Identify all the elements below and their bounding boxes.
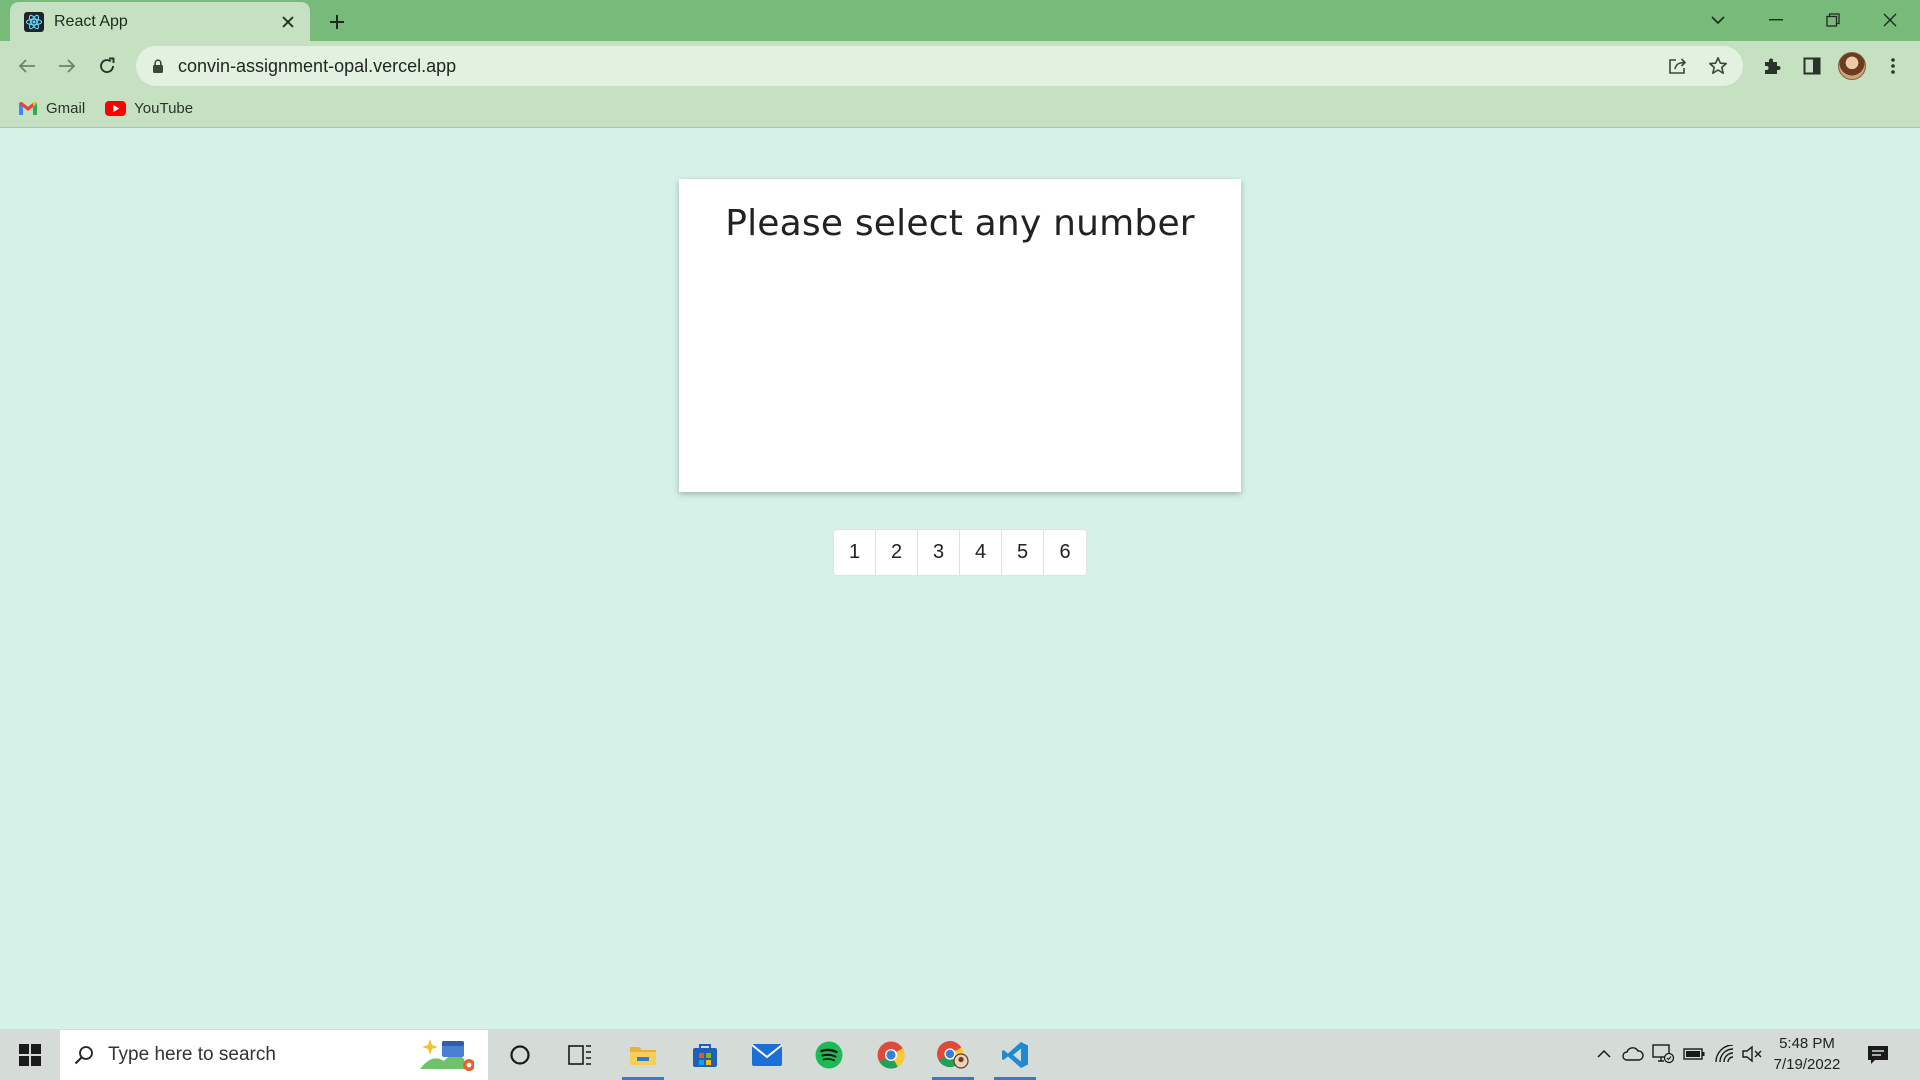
bookmark-label: YouTube xyxy=(134,100,194,117)
url-text[interactable]: convin-assignment-opal.vercel.app xyxy=(178,56,1663,77)
side-panel-icon[interactable] xyxy=(1797,51,1827,81)
restore-window-icon[interactable] xyxy=(1811,6,1855,34)
taskbar-clock[interactable]: 5:48 PM 7/19/2022 xyxy=(1762,1033,1852,1075)
show-hidden-icons-chevron-up-icon[interactable] xyxy=(1593,1043,1615,1065)
windows-taskbar: Type here to search 5:48 PM 7/19/2022 xyxy=(0,1029,1920,1080)
new-tab-plus-icon[interactable] xyxy=(324,9,350,35)
profile-avatar[interactable] xyxy=(1838,52,1866,80)
browser-tab-strip: React App xyxy=(0,0,1920,41)
page-button-1[interactable]: 1 xyxy=(834,530,876,575)
taskbar-search-box[interactable]: Type here to search xyxy=(60,1030,488,1080)
spotify-icon[interactable] xyxy=(802,1029,856,1080)
page-button-6[interactable]: 6 xyxy=(1044,530,1086,575)
tab-title: React App xyxy=(54,12,128,30)
display-project-icon[interactable] xyxy=(1652,1043,1674,1065)
select-number-prompt: Please select any number xyxy=(725,203,1195,244)
onedrive-cloud-icon[interactable] xyxy=(1622,1043,1644,1065)
volume-muted-icon[interactable] xyxy=(1742,1043,1764,1065)
tab-search-chevron-icon[interactable] xyxy=(1696,6,1740,34)
microsoft-store-icon[interactable] xyxy=(678,1029,732,1080)
browser-menu-kebab-icon[interactable] xyxy=(1878,51,1908,81)
reload-icon[interactable] xyxy=(92,51,122,81)
cortana-circle-icon[interactable] xyxy=(493,1029,547,1080)
number-pagination: 1 2 3 4 5 6 xyxy=(833,529,1087,576)
page-button-3[interactable]: 3 xyxy=(918,530,960,575)
extensions-puzzle-icon[interactable] xyxy=(1757,51,1787,81)
clock-date: 7/19/2022 xyxy=(1773,1056,1841,1073)
share-icon[interactable] xyxy=(1663,51,1693,81)
bookmark-gmail[interactable]: Gmail xyxy=(18,95,85,123)
youtube-icon xyxy=(105,101,127,116)
chrome-icon[interactable] xyxy=(864,1029,918,1080)
bookmark-star-icon[interactable] xyxy=(1703,51,1733,81)
action-center-notification-icon[interactable] xyxy=(1864,1041,1892,1069)
browser-tab-react-app[interactable]: React App xyxy=(10,2,310,41)
task-view-icon[interactable] xyxy=(553,1029,607,1080)
back-arrow-icon[interactable] xyxy=(12,51,42,81)
mail-icon[interactable] xyxy=(740,1029,794,1080)
bookmark-label: Gmail xyxy=(46,100,86,117)
browser-toolbar: convin-assignment-opal.vercel.app xyxy=(0,41,1920,90)
file-explorer-icon[interactable] xyxy=(616,1029,670,1080)
clock-time: 5:48 PM xyxy=(1779,1035,1835,1052)
wifi-icon[interactable] xyxy=(1714,1043,1736,1065)
minimize-window-icon[interactable] xyxy=(1754,6,1798,34)
lock-icon[interactable] xyxy=(152,59,164,73)
address-bar[interactable]: convin-assignment-opal.vercel.app xyxy=(136,46,1743,86)
gmail-icon xyxy=(18,101,38,116)
close-window-icon[interactable] xyxy=(1868,6,1912,34)
vscode-icon[interactable] xyxy=(988,1029,1042,1080)
search-placeholder: Type here to search xyxy=(108,1044,276,1065)
close-tab-icon[interactable] xyxy=(278,12,298,32)
battery-icon[interactable] xyxy=(1683,1043,1705,1065)
search-icon xyxy=(74,1045,94,1065)
page-content: Please select any number 1 2 3 4 5 6 xyxy=(0,129,1920,1029)
number-display-card: Please select any number xyxy=(679,179,1241,492)
page-button-2[interactable]: 2 xyxy=(876,530,918,575)
bookmark-youtube[interactable]: YouTube xyxy=(105,95,193,123)
search-highlights-icon xyxy=(418,1035,474,1075)
chrome-profile-icon[interactable] xyxy=(926,1029,980,1080)
forward-arrow-icon[interactable] xyxy=(52,51,82,81)
page-button-4[interactable]: 4 xyxy=(960,530,1002,575)
windows-start-icon[interactable] xyxy=(0,1029,60,1080)
bookmarks-bar: Gmail YouTube xyxy=(0,90,1920,128)
page-button-5[interactable]: 5 xyxy=(1002,530,1044,575)
react-logo-icon xyxy=(24,11,44,32)
